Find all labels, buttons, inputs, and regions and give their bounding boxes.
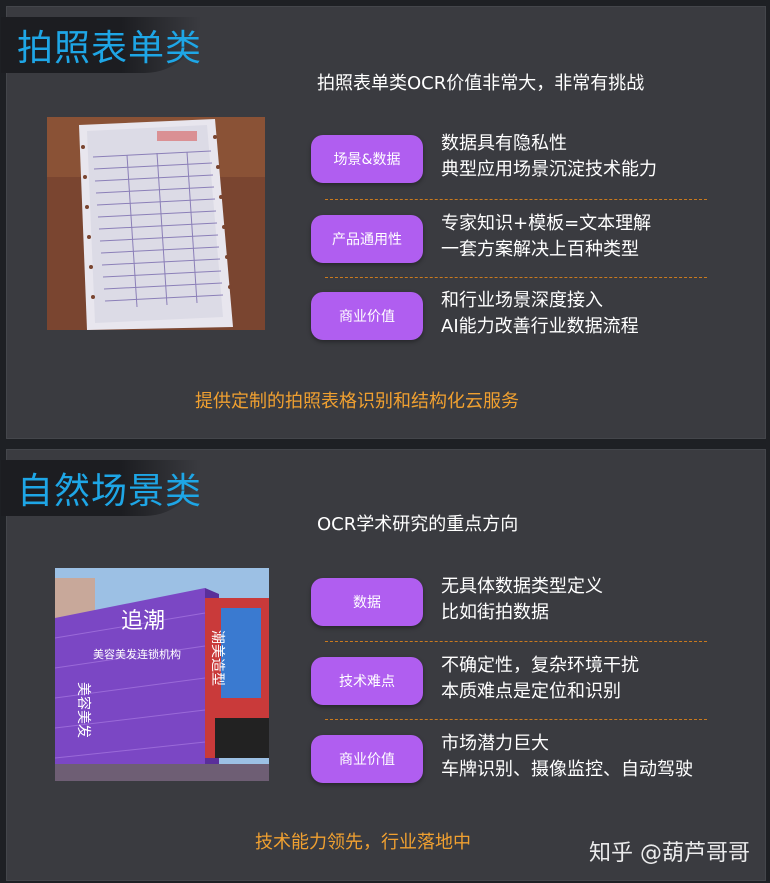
desc-line: 无具体数据类型定义 bbox=[441, 576, 603, 597]
row-scene-data: 场景&数据 数据具有隐私性 典型应用场景沉淀技术能力 bbox=[311, 133, 711, 195]
scene-data-button[interactable]: 场景&数据 bbox=[311, 135, 423, 183]
sign-sub: 美容美发连锁机构 bbox=[93, 647, 181, 661]
row-description: 专家知识+模板=文本理解 一套方案解决上百种类型 bbox=[441, 211, 651, 263]
row-description: 无具体数据类型定义 比如街拍数据 bbox=[441, 574, 603, 626]
street-photo-image: 追潮 美容美发连锁机构 潮美造型 美容美发 bbox=[55, 568, 269, 781]
desc-line: 和行业场景深度接入 bbox=[441, 290, 603, 311]
section-title: 自然场景类 bbox=[17, 471, 203, 512]
row-description: 数据具有隐私性 典型应用场景沉淀技术能力 bbox=[441, 131, 657, 183]
desc-line: 比如街拍数据 bbox=[441, 602, 549, 623]
desc-line: 一套方案解决上百种类型 bbox=[441, 239, 639, 260]
desc-line: 市场潜力巨大 bbox=[441, 733, 549, 754]
section-subtitle: 拍照表单类OCR价值非常大，非常有挑战 bbox=[317, 73, 645, 94]
row-business-value: 商业价值 和行业场景深度接入 AI能力改善行业数据流程 bbox=[311, 290, 711, 352]
section-form-ocr: 拍照表单类 拍照表单类OCR价值非常大，非常有挑战 场景&数据 数据具有隐私性 … bbox=[1, 6, 766, 439]
section-title: 拍照表单类 bbox=[17, 28, 203, 69]
divider bbox=[325, 719, 707, 720]
desc-line: 不确定性，复杂环境干扰 bbox=[441, 655, 639, 676]
divider bbox=[325, 277, 707, 278]
tech-difficulty-button[interactable]: 技术难点 bbox=[311, 657, 423, 705]
sign-side: 美容美发 bbox=[75, 682, 92, 738]
desc-line: AI能力改善行业数据流程 bbox=[441, 316, 639, 337]
street-photo: 追潮 美容美发连锁机构 潮美造型 美容美发 bbox=[55, 568, 269, 781]
business-value-button[interactable]: 商业价值 bbox=[311, 292, 423, 340]
desc-line: 本质难点是定位和识别 bbox=[441, 681, 621, 702]
row-tech-difficulty: 技术难点 不确定性，复杂环境干扰 本质难点是定位和识别 bbox=[311, 655, 711, 717]
divider bbox=[325, 199, 707, 200]
row-data: 数据 无具体数据类型定义 比如街拍数据 bbox=[311, 576, 711, 638]
sign-main: 追潮 bbox=[121, 609, 165, 634]
sign-shop: 潮美造型 bbox=[209, 630, 225, 686]
generality-button[interactable]: 产品通用性 bbox=[311, 215, 423, 263]
section-subtitle: OCR学术研究的重点方向 bbox=[317, 514, 519, 535]
desc-line: 专家知识+模板=文本理解 bbox=[441, 213, 652, 234]
row-generality: 产品通用性 专家知识+模板=文本理解 一套方案解决上百种类型 bbox=[311, 213, 711, 275]
desc-line: 数据具有隐私性 bbox=[441, 133, 567, 154]
section-footer: 提供定制的拍照表格识别和结构化云服务 bbox=[195, 391, 519, 412]
divider bbox=[325, 641, 707, 642]
row-description: 市场潜力巨大 车牌识别、摄像监控、自动驾驶 bbox=[441, 731, 693, 783]
desc-line: 车牌识别、摄像监控、自动驾驶 bbox=[441, 759, 693, 780]
row-description: 不确定性，复杂环境干扰 本质难点是定位和识别 bbox=[441, 653, 639, 705]
data-button[interactable]: 数据 bbox=[311, 578, 423, 626]
section-scene-ocr: 自然场景类 OCR学术研究的重点方向 追潮 美容美发连锁机构 潮美造型 美容美发 bbox=[1, 449, 766, 881]
business-value-button[interactable]: 商业价值 bbox=[311, 735, 423, 783]
section-footer: 技术能力领先，行业落地中 bbox=[255, 832, 471, 853]
form-photo-image bbox=[47, 117, 265, 330]
watermark: 知乎 @葫芦哥哥 bbox=[589, 841, 750, 866]
row-business-value: 商业价值 市场潜力巨大 车牌识别、摄像监控、自动驾驶 bbox=[311, 733, 711, 795]
row-description: 和行业场景深度接入 AI能力改善行业数据流程 bbox=[441, 288, 639, 340]
desc-line: 典型应用场景沉淀技术能力 bbox=[441, 159, 657, 180]
form-photo bbox=[47, 117, 265, 330]
